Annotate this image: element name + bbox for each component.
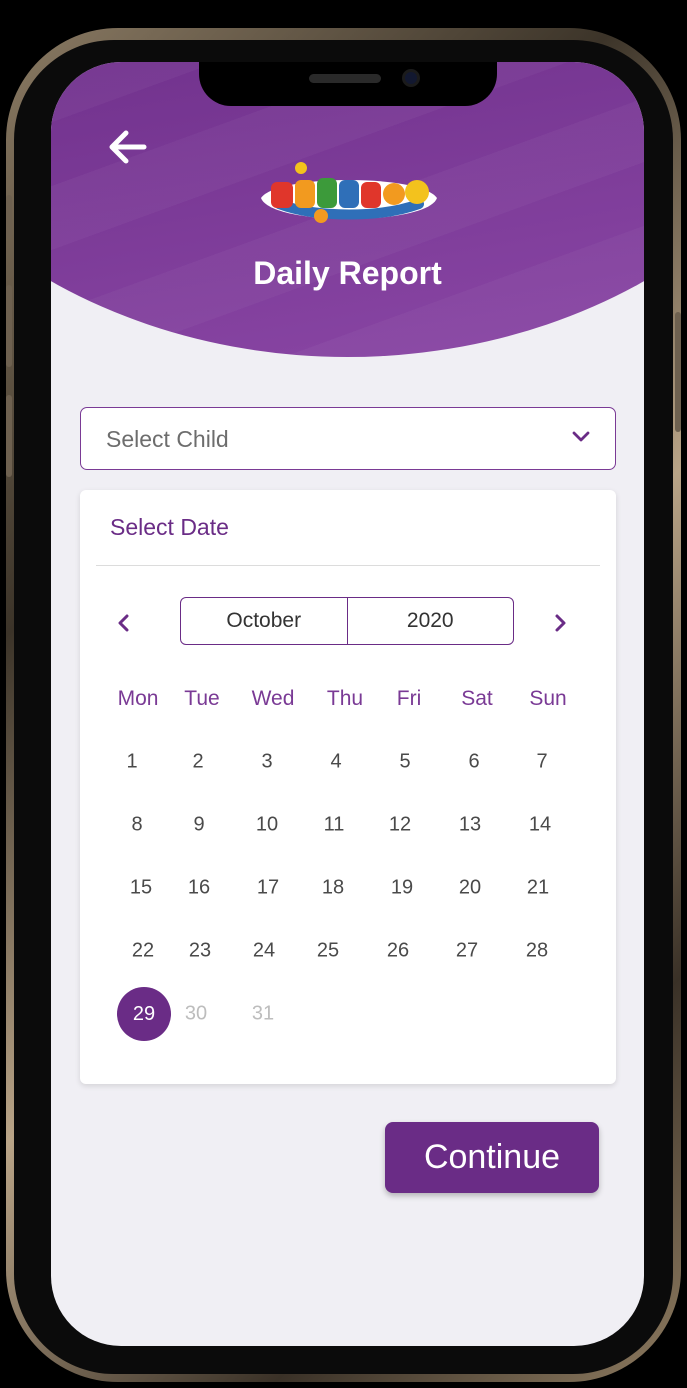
calendar-day-disabled: 30: [184, 1002, 208, 1025]
weekday-label: Wed: [251, 687, 295, 710]
side-button: [6, 285, 12, 367]
speaker: [309, 74, 381, 83]
calendar-day[interactable]: 5: [399, 751, 410, 774]
calendar-day[interactable]: 25: [317, 940, 339, 963]
app-screen: Daily Report Select Child Select Date Oc…: [51, 62, 644, 1346]
chevron-right-icon: [555, 614, 566, 632]
calendar-day[interactable]: 10: [256, 814, 278, 837]
calendar-day[interactable]: 24: [253, 940, 275, 963]
year-select[interactable]: 2020: [346, 598, 514, 644]
side-button: [675, 312, 681, 432]
calendar-day[interactable]: 14: [529, 814, 551, 837]
month-select[interactable]: October: [181, 598, 347, 644]
calendar-day[interactable]: 2: [192, 751, 203, 774]
calendar-day[interactable]: 27: [456, 940, 478, 963]
calendar-day[interactable]: 18: [322, 877, 344, 900]
calendar-day[interactable]: 1: [126, 751, 137, 774]
calendar-day[interactable]: 9: [193, 814, 204, 837]
chevron-left-icon: [118, 614, 129, 632]
weekday-label: Fri: [396, 687, 422, 710]
calendar-day[interactable]: 3: [261, 751, 272, 774]
next-month-button[interactable]: [548, 611, 572, 635]
side-button: [6, 195, 12, 239]
calendar-day[interactable]: 26: [387, 940, 409, 963]
calendar-day[interactable]: 15: [130, 877, 152, 900]
calendar-day[interactable]: 4: [330, 751, 341, 774]
calendar-day[interactable]: 7: [536, 751, 547, 774]
arrow-left-icon: [109, 130, 147, 164]
calendar-day[interactable]: 19: [391, 877, 413, 900]
weekday-label: Mon: [117, 687, 159, 710]
calendar-day[interactable]: 16: [188, 877, 210, 900]
calendar-day[interactable]: 12: [389, 814, 411, 837]
select-child-dropdown[interactable]: Select Child: [80, 407, 616, 470]
month-year-selector: October 2020: [180, 597, 514, 645]
prev-month-button[interactable]: [112, 611, 136, 635]
calendar-day[interactable]: 17: [257, 877, 279, 900]
date-picker-card: Select Date October 2020 Mon Tue Wed Thu…: [80, 490, 616, 1084]
page-title: Daily Report: [253, 255, 442, 291]
select-date-title: Select Date: [110, 514, 229, 540]
back-button[interactable]: [106, 127, 150, 167]
side-button: [6, 395, 12, 477]
chevron-down-icon: [572, 431, 590, 442]
calendar-day[interactable]: 11: [324, 814, 345, 837]
calendar-day[interactable]: 6: [468, 751, 479, 774]
weekday-label: Sat: [461, 687, 493, 710]
calendar-day[interactable]: 21: [527, 877, 549, 900]
camera: [402, 69, 420, 87]
calendar-day[interactable]: 23: [189, 940, 211, 963]
lullaboo-logo: [257, 160, 441, 236]
calendar-day[interactable]: 8: [131, 814, 142, 837]
weekday-label: Thu: [326, 687, 364, 710]
calendar-day-disabled: 31: [251, 1002, 275, 1025]
calendar-day[interactable]: 13: [459, 814, 481, 837]
divider: [96, 565, 600, 566]
weekday-label: Sun: [529, 687, 567, 710]
weekday-label: Tue: [184, 687, 220, 710]
calendar-day[interactable]: 28: [526, 940, 548, 963]
calendar-day[interactable]: 22: [132, 940, 154, 963]
select-child-placeholder: Select Child: [106, 426, 229, 452]
calendar-day-selected[interactable]: 29: [117, 987, 171, 1041]
calendar-day[interactable]: 20: [459, 877, 481, 900]
continue-button[interactable]: Continue: [385, 1122, 599, 1193]
notch: [199, 62, 497, 106]
